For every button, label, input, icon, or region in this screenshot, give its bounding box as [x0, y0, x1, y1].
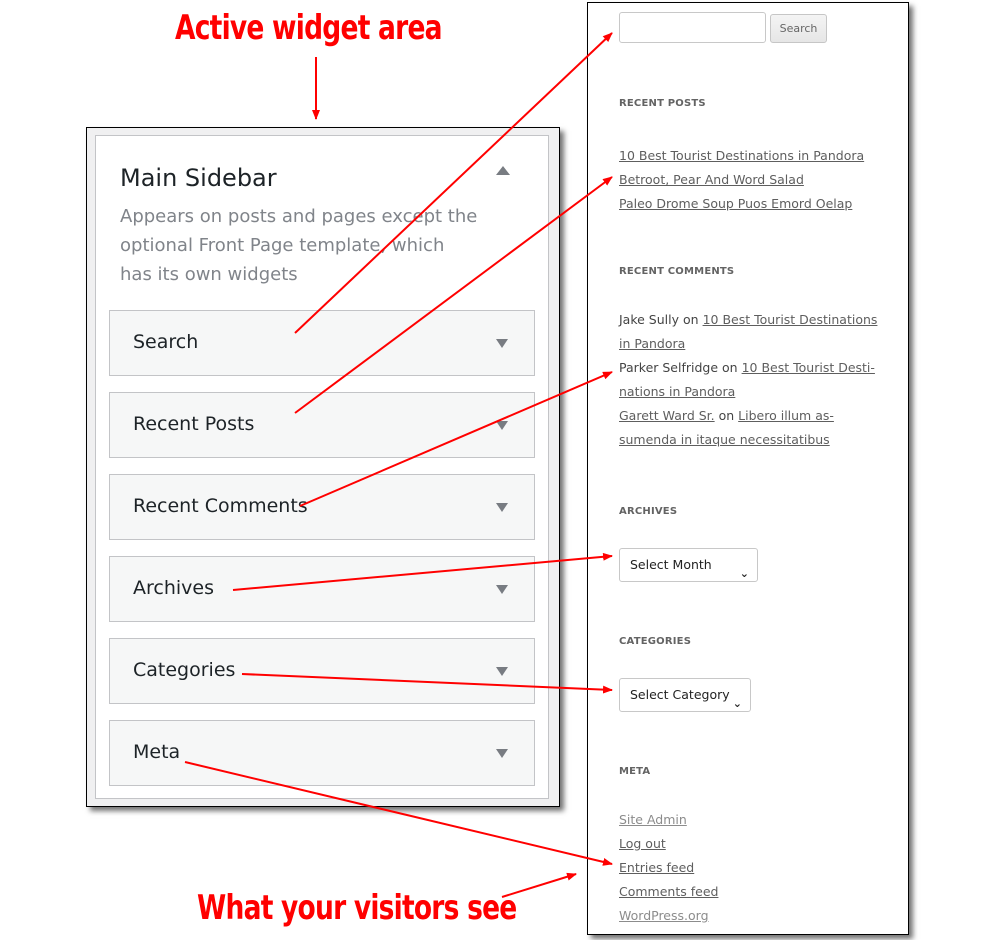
- frontend-sidebar-panel: Search RECENT POSTS 10 Best Tourist Dest…: [587, 2, 909, 935]
- triangle-down-icon[interactable]: [496, 749, 508, 758]
- comment-author: Parker Selfridge: [619, 360, 719, 375]
- comment-post-link[interactable]: in Pandora: [619, 336, 685, 351]
- meta-link-entries-feed[interactable]: Entries feed: [619, 856, 718, 880]
- widget-label: Search: [133, 331, 199, 353]
- comment-post-link[interactable]: 10 Best Tourist Desti-: [742, 360, 875, 375]
- comment-post-link[interactable]: nations in Pandora: [619, 384, 735, 399]
- admin-widget-area-panel: Main Sidebar Appears on posts and pages …: [86, 127, 560, 807]
- categories-title: CATEGORIES: [619, 636, 692, 647]
- widget-label: Categories: [133, 659, 236, 681]
- chevron-down-icon: ⌄: [732, 697, 742, 710]
- categories-select[interactable]: Select Category ⌄: [619, 678, 751, 712]
- recent-post-link[interactable]: 10 Best Tourist Destinations in Pandora: [619, 144, 864, 168]
- comment-item: Jake Sully on 10 Best Tourist Destinatio…: [619, 308, 877, 356]
- widget-meta[interactable]: Meta: [109, 720, 535, 786]
- comment-post-link[interactable]: sumenda in itaque necessitatibus: [619, 432, 830, 447]
- select-value: Select Month: [630, 557, 712, 572]
- archives-month-select[interactable]: Select Month ⌄: [619, 548, 758, 582]
- widget-recent-posts[interactable]: Recent Posts: [109, 392, 535, 458]
- annotation-what-visitors-see: What your visitors see: [197, 888, 517, 928]
- main-sidebar-area: Main Sidebar Appears on posts and pages …: [95, 135, 549, 799]
- comment-item: Parker Selfridge on 10 Best Tourist Dest…: [619, 356, 877, 404]
- recent-post-link[interactable]: Paleo Drome Soup Puos Emord Oelap: [619, 192, 864, 216]
- chevron-down-icon: ⌄: [739, 567, 749, 580]
- search-input[interactable]: [619, 12, 766, 43]
- widget-categories[interactable]: Categories: [109, 638, 535, 704]
- archives-title: ARCHIVES: [619, 506, 678, 517]
- triangle-down-icon[interactable]: [496, 421, 508, 430]
- widget-label: Archives: [133, 577, 214, 599]
- comment-author-link[interactable]: Garett Ward Sr.: [619, 408, 715, 423]
- recent-posts-list: 10 Best Tourist Destinations in Pandora …: [619, 144, 864, 216]
- sidebar-description: Appears on posts and pages except the op…: [120, 206, 478, 285]
- meta-title: META: [619, 766, 651, 777]
- meta-link-log-out[interactable]: Log out: [619, 832, 718, 856]
- sidebar-title: Main Sidebar: [120, 164, 277, 192]
- comment-on: on: [718, 408, 735, 423]
- recent-comments-title: RECENT COMMENTS: [619, 266, 735, 277]
- recent-post-link[interactable]: Betroot, Pear And Word Salad: [619, 168, 864, 192]
- search-button[interactable]: Search: [770, 14, 827, 43]
- triangle-down-icon[interactable]: [496, 503, 508, 512]
- triangle-down-icon[interactable]: [496, 339, 508, 348]
- select-value: Select Category: [630, 687, 730, 702]
- widget-recent-comments[interactable]: Recent Comments: [109, 474, 535, 540]
- meta-link-site-admin[interactable]: Site Admin: [619, 808, 718, 832]
- comment-item: Garett Ward Sr. on Libero illum as- sume…: [619, 404, 877, 452]
- widget-label: Meta: [133, 741, 181, 763]
- comment-on: on: [683, 312, 699, 327]
- meta-links: Site Admin Log out Entries feed Comments…: [619, 808, 718, 928]
- comment-author: Jake Sully: [619, 312, 680, 327]
- widget-label: Recent Comments: [133, 495, 308, 517]
- comment-post-link[interactable]: 10 Best Tourist Destinations: [703, 312, 878, 327]
- recent-comments-list: Jake Sully on 10 Best Tourist Destinatio…: [619, 308, 877, 452]
- widget-search[interactable]: Search: [109, 310, 535, 376]
- meta-link-comments-feed[interactable]: Comments feed: [619, 880, 718, 904]
- annotation-active-widget-area: Active widget area: [175, 8, 443, 48]
- triangle-down-icon[interactable]: [496, 585, 508, 594]
- triangle-up-icon[interactable]: [496, 166, 510, 175]
- widget-label: Recent Posts: [133, 413, 255, 435]
- widget-archives[interactable]: Archives: [109, 556, 535, 622]
- comment-on: on: [722, 360, 738, 375]
- triangle-down-icon[interactable]: [496, 667, 508, 676]
- comment-post-link[interactable]: Libero illum as-: [738, 408, 834, 423]
- meta-link-wordpress-org[interactable]: WordPress.org: [619, 904, 718, 928]
- recent-posts-title: RECENT POSTS: [619, 98, 706, 109]
